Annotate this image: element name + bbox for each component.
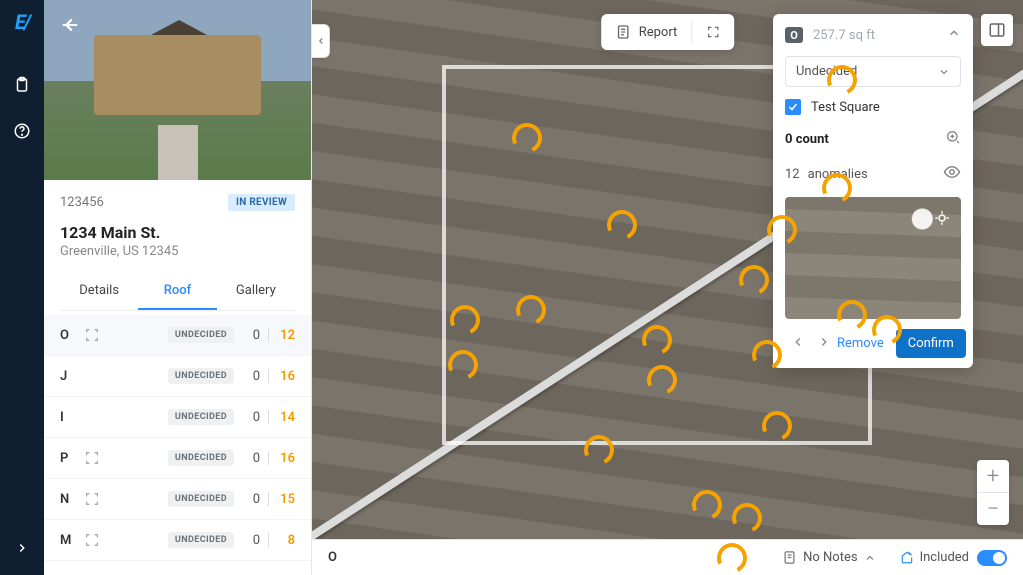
facet-status: UNDECIDED: [168, 450, 234, 466]
facet-row-O[interactable]: O UNDECIDED 0 12: [44, 315, 311, 356]
address-sub: Greenville, US 12345: [60, 244, 295, 259]
prev-anomaly-button[interactable]: [785, 331, 811, 357]
report-label: Report: [639, 25, 678, 40]
facet-status: UNDECIDED: [168, 368, 234, 384]
facet-area: 257.7 sq ft: [813, 28, 947, 43]
notes-button[interactable]: No Notes: [782, 550, 881, 565]
facet-row-I[interactable]: I UNDECIDED 0 14: [44, 397, 311, 438]
tab-gallery[interactable]: Gallery: [217, 273, 295, 310]
facet-chip: O: [785, 27, 803, 43]
tab-details[interactable]: Details: [60, 273, 138, 310]
report-button[interactable]: Report: [601, 14, 692, 50]
bottom-bar: O No Notes Included: [312, 539, 1023, 575]
facet-status: UNDECIDED: [168, 532, 234, 548]
test-square-icon: [84, 409, 104, 425]
facet-status: UNDECIDED: [168, 491, 234, 507]
clipboard-icon[interactable]: [11, 74, 33, 96]
left-panel: 123456 IN REVIEW 1234 Main St. Greenvill…: [44, 0, 312, 575]
test-square-label: Test Square: [811, 100, 880, 115]
fullscreen-button[interactable]: [692, 14, 734, 50]
facet-count: 0: [246, 533, 260, 548]
included-toggle[interactable]: Included: [900, 550, 1007, 566]
facet-letter: M: [60, 533, 84, 548]
facet-row-N[interactable]: N UNDECIDED 0 15: [44, 479, 311, 520]
facet-anomalies: 16: [277, 369, 295, 384]
facet-count: 0: [246, 328, 260, 343]
top-toolbar: Report: [601, 14, 735, 50]
facet-count: 0: [246, 451, 260, 466]
next-anomaly-button[interactable]: [811, 331, 837, 357]
facet-status: UNDECIDED: [168, 409, 234, 425]
back-arrow-icon[interactable]: [58, 14, 80, 40]
facet-anomalies: 12: [277, 328, 295, 343]
anomaly-count: 12: [785, 167, 800, 182]
facet-anomalies: 8: [277, 533, 295, 548]
tab-roof[interactable]: Roof: [138, 273, 216, 310]
zoom-controls: + −: [977, 460, 1009, 525]
facet-row-M[interactable]: M UNDECIDED 0 8: [44, 520, 311, 561]
facet-status: UNDECIDED: [168, 327, 234, 343]
test-square-icon: [84, 491, 104, 507]
expand-rail-icon[interactable]: [11, 537, 33, 559]
confirm-button[interactable]: Confirm: [896, 329, 966, 358]
test-square-icon: [84, 327, 104, 343]
facet-anomalies: 16: [277, 451, 295, 466]
facet-letter: O: [60, 328, 84, 343]
facet-letter: N: [60, 492, 84, 507]
help-icon[interactable]: [11, 120, 33, 142]
facet-count: 0: [246, 492, 260, 507]
test-square-icon: [84, 450, 104, 466]
facet-letter: I: [60, 410, 84, 425]
count-label: 0 count: [785, 132, 829, 147]
layout-toggle-button[interactable]: [981, 14, 1013, 46]
toggle-visibility-icon[interactable]: [943, 163, 961, 185]
crosshair-icon: [933, 209, 951, 231]
closeup-image: [785, 197, 961, 319]
facet-row-J[interactable]: J UNDECIDED 0 16: [44, 356, 311, 397]
facet-row-P[interactable]: P UNDECIDED 0 16: [44, 438, 311, 479]
claim-id: 123456: [60, 195, 104, 210]
collapse-left-panel-button[interactable]: [312, 24, 330, 58]
facets-list: O UNDECIDED 0 12 J UNDECIDED 0 16 I UNDECIDED 0 14 P…: [44, 315, 311, 575]
test-square-checkbox[interactable]: [785, 99, 801, 115]
current-facet-label: O: [328, 550, 337, 565]
decision-dropdown[interactable]: Undecided: [785, 56, 961, 87]
address-title: 1234 Main St.: [60, 223, 295, 242]
main-viewport[interactable]: Report O 257.7 sq ft Undecided: [312, 0, 1023, 575]
test-square-icon: [84, 532, 104, 548]
collapse-panel-icon[interactable]: [947, 26, 961, 44]
property-thumbnail: [44, 0, 311, 180]
status-badge: IN REVIEW: [228, 194, 295, 211]
zoom-out-button[interactable]: −: [977, 493, 1009, 525]
test-square-icon: [84, 368, 104, 384]
facet-anomalies: 15: [277, 492, 295, 507]
facet-count: 0: [246, 369, 260, 384]
add-count-icon[interactable]: [945, 129, 961, 149]
logo-icon: E/: [15, 10, 29, 34]
facet-letter: P: [60, 451, 84, 466]
included-switch[interactable]: [977, 550, 1007, 566]
nav-rail: E/: [0, 0, 44, 575]
facet-count: 0: [246, 410, 260, 425]
facet-anomalies: 14: [277, 410, 295, 425]
zoom-in-button[interactable]: +: [977, 460, 1009, 492]
inspection-panel: O 257.7 sq ft Undecided Test Square 0 co…: [773, 14, 973, 368]
facet-letter: J: [60, 369, 84, 384]
